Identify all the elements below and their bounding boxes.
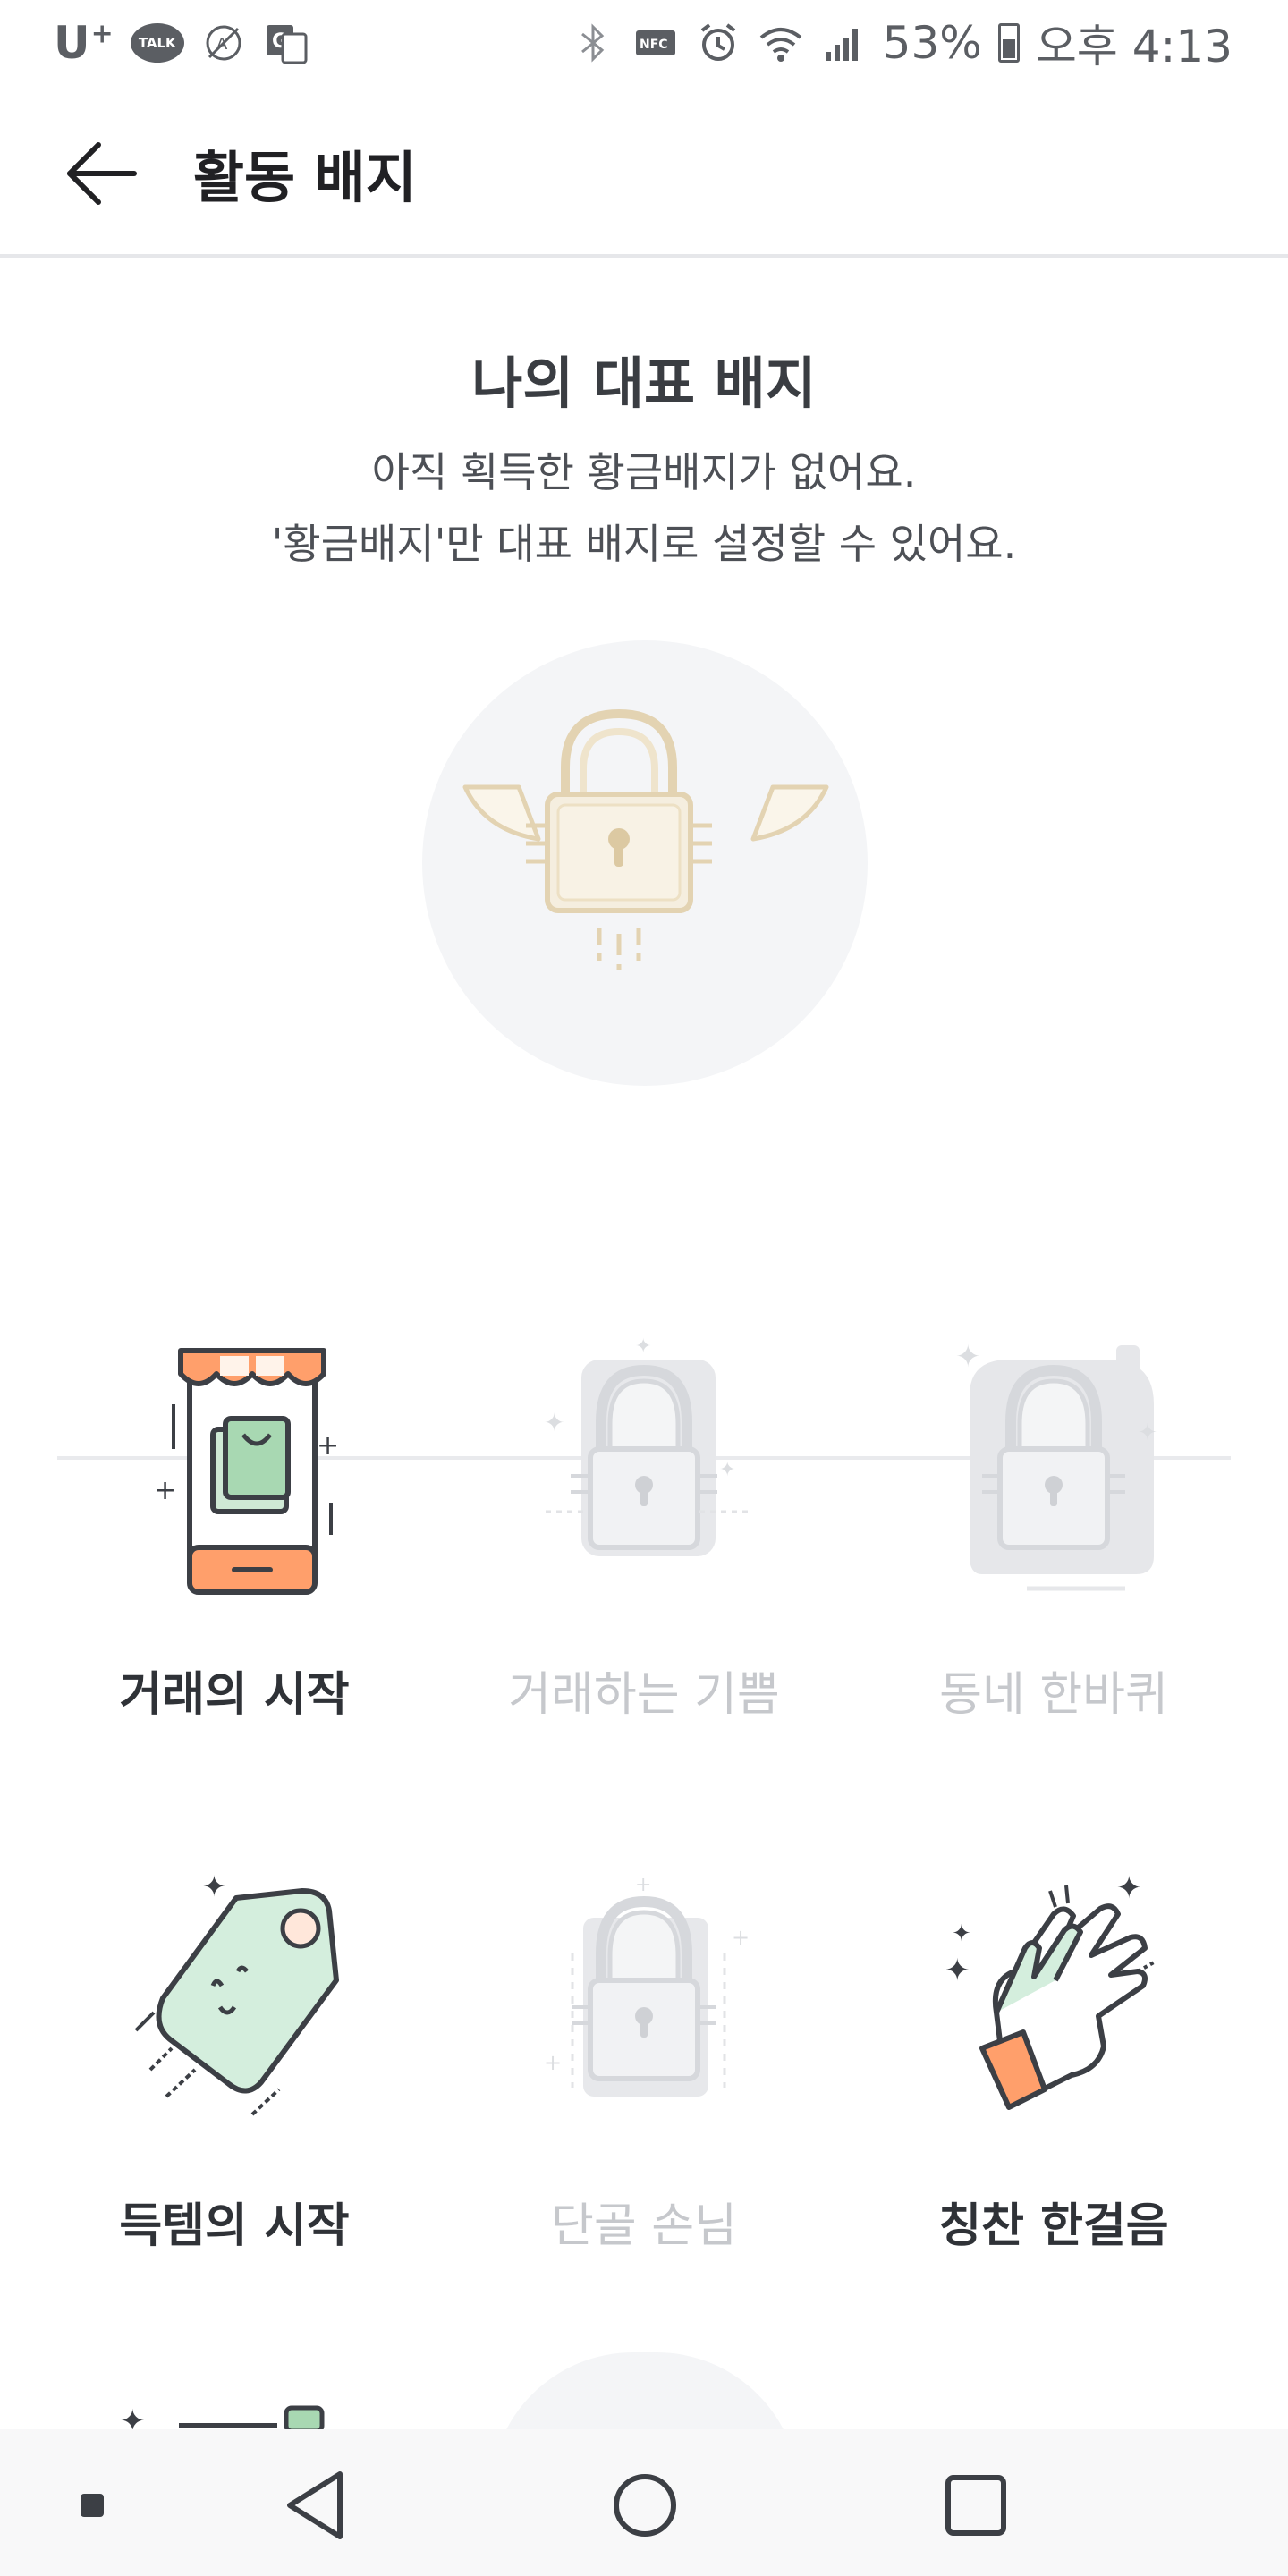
svg-text:+: + <box>635 1874 651 1896</box>
carrier-label: U+ <box>54 17 114 69</box>
nfc-icon: NFC <box>635 30 675 55</box>
google-translate-icon: G <box>266 25 308 64</box>
badge-label: 거래의 시작 <box>119 1668 350 1722</box>
winged-lock-icon <box>462 708 829 970</box>
svg-text:✦: ✦ <box>120 2404 146 2431</box>
badge-regular-customer[interactable]: + + + 단골 손님 <box>438 1855 850 2356</box>
home-circle-icon[interactable] <box>605 2465 685 2546</box>
lock-icon: ✦ ✦ ✦ <box>544 1335 751 1556</box>
translate-icon: A <box>206 25 242 61</box>
section-description: 아직 획득한 황금배지가 없어요. '황금배지'만 대표 배지로 설정할 수 있… <box>0 436 1288 580</box>
arrow-left-icon[interactable] <box>63 138 143 209</box>
lock-icon: + + + <box>544 1874 750 2097</box>
status-bar-left: U+ TALK A G <box>54 17 309 69</box>
badge-label: 칭찬 한걸음 <box>938 2199 1169 2253</box>
svg-text:✦: ✦ <box>544 1408 564 1437</box>
badge-praise-step[interactable]: ✦ ✦ ✦ 칭찬 한걸음 <box>848 1855 1259 2356</box>
badge-item-start[interactable]: ✦ 득템의 시작 <box>29 1855 440 2356</box>
signal-icon <box>825 29 858 61</box>
svg-text:✦: ✦ <box>1138 1419 1157 1446</box>
section-title: 나의 대표 배지 <box>471 351 817 416</box>
recent-dot-icon[interactable] <box>52 2465 132 2546</box>
price-tag-icon: ✦ <box>134 1869 339 2116</box>
svg-text:✦: ✦ <box>946 1953 970 1988</box>
svg-text:+: + <box>732 1925 750 1950</box>
battery-percent: 53% <box>882 17 982 69</box>
svg-text:✦: ✦ <box>202 1869 226 1903</box>
badge-trade-start[interactable]: + + 거래의 시작 <box>29 1324 440 1825</box>
next-badge-partial: ✦ <box>120 2404 325 2431</box>
svg-text:+: + <box>544 2050 562 2075</box>
lock-icon: ✦ ✦ <box>955 1339 1157 1591</box>
description-line-2: '황금배지'만 대표 배지로 설정할 수 있어요. <box>271 520 1017 568</box>
status-bar: U+ TALK A G NFC <box>0 0 1288 86</box>
app-bar: 활동 배지 <box>0 86 1288 258</box>
badge-label: 득템의 시작 <box>119 2199 350 2253</box>
clapping-hands-icon: ✦ ✦ ✦ <box>946 1870 1155 2110</box>
system-nav-bar <box>0 2429 1288 2576</box>
badge-trade-joy[interactable]: ✦ ✦ ✦ 거래하는 기쁨 <box>438 1324 850 1825</box>
svg-text:✦: ✦ <box>635 1335 651 1358</box>
kakaotalk-icon: TALK <box>130 23 184 63</box>
overview-square-icon[interactable] <box>936 2465 1016 2546</box>
back-triangle-icon[interactable] <box>277 2465 358 2546</box>
badge-label: 단골 손님 <box>551 2199 737 2253</box>
alarm-icon <box>700 23 735 61</box>
svg-text:+: + <box>154 1475 176 1506</box>
svg-text:NFC: NFC <box>640 38 668 52</box>
wifi-icon <box>759 28 801 62</box>
svg-text:+: + <box>317 1430 339 1462</box>
clock: 오후 4:13 <box>1035 21 1233 72</box>
battery-icon <box>997 23 1020 63</box>
phone-shop-icon: + + <box>154 1348 339 1595</box>
bluetooth-icon <box>580 23 604 63</box>
badge-label: 거래하는 기쁨 <box>508 1668 780 1722</box>
status-bar-right: NFC 53% 오후 4:13 <box>570 11 1233 75</box>
badge-label: 동네 한바퀴 <box>939 1668 1168 1722</box>
badge-neighborhood-round[interactable]: ✦ ✦ 동네 한바퀴 <box>848 1324 1259 1825</box>
svg-text:✦: ✦ <box>952 1920 971 1947</box>
description-line-1: 아직 획득한 황금배지가 없어요. <box>371 448 917 496</box>
svg-text:✦: ✦ <box>719 1459 735 1481</box>
representative-badge-section: 나의 대표 배지 아직 획득한 황금배지가 없어요. '황금배지'만 대표 배지… <box>0 258 1288 1460</box>
page-title: 활동 배지 <box>193 145 417 210</box>
svg-text:✦: ✦ <box>1116 1870 1142 1906</box>
svg-text:✦: ✦ <box>955 1339 981 1375</box>
